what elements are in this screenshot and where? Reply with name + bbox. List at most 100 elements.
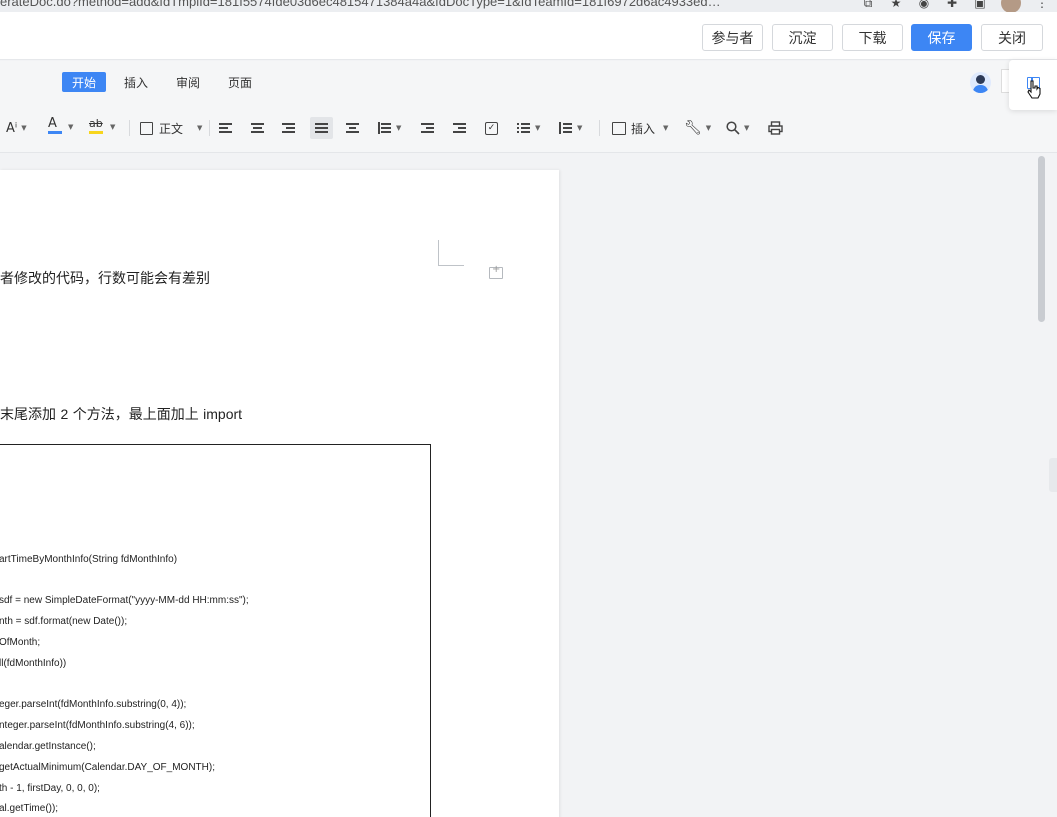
download-button[interactable]: 下载 bbox=[842, 24, 903, 51]
bullet-list-button[interactable]: ▼ bbox=[517, 117, 540, 139]
font-size-button[interactable]: Aⁱ ▼ bbox=[6, 117, 27, 139]
share-icon[interactable]: ⧉ bbox=[861, 0, 875, 10]
archive-button[interactable]: 沉淀 bbox=[772, 24, 833, 51]
code-line: nth = sdf.format(new Date()); bbox=[0, 616, 128, 627]
code-line: alendar.getInstance(); bbox=[0, 741, 96, 752]
editor-workspace: 者修改的代码，行数可能会有差别 末尾添加 2 个方法，最上面加上 import … bbox=[0, 154, 1057, 817]
more-menu-icon[interactable]: ⋮ bbox=[1035, 0, 1049, 10]
scrollbar-thumb[interactable] bbox=[1038, 156, 1045, 322]
save-button[interactable]: 保存 bbox=[911, 24, 972, 51]
checkbox-list-button[interactable]: ✓ bbox=[485, 117, 499, 139]
tab-insert[interactable]: 插入 bbox=[114, 72, 158, 92]
font-color-bar bbox=[48, 131, 62, 134]
chevron-down-icon: ▼ bbox=[744, 124, 750, 132]
code-line: getActualMinimum(Calendar.DAY_OF_MONTH); bbox=[0, 762, 215, 773]
justify-icon bbox=[314, 122, 329, 134]
highlight-button[interactable]: ab bbox=[89, 117, 103, 139]
paragraph-style-select[interactable]: 正文 ▼ bbox=[140, 117, 202, 139]
justify-button[interactable] bbox=[310, 117, 333, 139]
align-center-icon bbox=[251, 122, 265, 134]
indent-button[interactable] bbox=[453, 117, 467, 139]
tab-start[interactable]: 开始 bbox=[62, 72, 107, 92]
paragraph-keyword: import bbox=[203, 406, 243, 422]
close-button[interactable]: 关闭 bbox=[981, 24, 1043, 51]
chevron-down-icon[interactable]: ▼ bbox=[110, 123, 115, 131]
search-icon bbox=[726, 121, 740, 135]
distribute-icon bbox=[346, 122, 360, 134]
profile-avatar[interactable] bbox=[1001, 0, 1021, 12]
toolbar-divider bbox=[599, 120, 600, 136]
code-line: al.getTime()); bbox=[0, 803, 59, 814]
chevron-down-icon: ▼ bbox=[197, 124, 203, 132]
document-header: 参与者 沉淀 下载 保存 关闭 bbox=[0, 12, 1057, 60]
insert-icon bbox=[612, 121, 626, 135]
tools-menu-button[interactable]: 🔧︎ ▼ bbox=[684, 117, 711, 139]
address-url[interactable]: erateDoc.do?method=add&fdTmplId=181f5574… bbox=[0, 0, 721, 9]
code-line: OfMonth; bbox=[0, 637, 41, 648]
paragraph-text: 个方法，最上面加上 bbox=[68, 407, 204, 423]
menu-tabs-bar: 开始 插入 审阅 页面 bbox=[0, 61, 1057, 103]
puzzle-icon[interactable]: ✚ bbox=[945, 0, 959, 10]
browser-address-bar[interactable]: erateDoc.do?method=add&fdTmplId=181f5574… bbox=[0, 0, 1057, 12]
code-line: th - 1, firstDay, 0, 0, 0); bbox=[0, 783, 100, 794]
chevron-down-icon: ▼ bbox=[535, 124, 541, 132]
page-margin-marker bbox=[438, 240, 464, 266]
align-right-icon bbox=[282, 122, 296, 134]
indent-icon bbox=[453, 122, 467, 134]
toolbar-divider bbox=[209, 120, 210, 136]
chevron-down-icon: ▼ bbox=[21, 124, 27, 132]
document-paragraph[interactable]: 末尾添加 2 个方法，最上面加上 import bbox=[0, 404, 242, 424]
chevron-down-icon: ▼ bbox=[577, 124, 583, 132]
code-line: artTimeByMonthInfo(String fdMonthInfo) bbox=[0, 554, 178, 565]
font-color-icon: A bbox=[48, 116, 57, 131]
code-block[interactable]: artTimeByMonthInfo(String fdMonthInfo) s… bbox=[0, 444, 431, 817]
highlight-icon: ab bbox=[89, 117, 103, 130]
toolbar-divider bbox=[129, 120, 130, 136]
bullet-list-icon bbox=[517, 122, 531, 134]
align-center-button[interactable] bbox=[251, 117, 265, 139]
extension-icon[interactable]: ◉ bbox=[917, 0, 931, 10]
numbered-list-icon bbox=[559, 122, 573, 134]
tab-page[interactable]: 页面 bbox=[218, 72, 262, 92]
add-comment-icon[interactable] bbox=[489, 264, 503, 279]
highlight-color-bar bbox=[89, 131, 103, 134]
printer-icon bbox=[768, 121, 783, 135]
wrench-icon: 🔧︎ bbox=[684, 120, 702, 136]
chevron-down-icon: ▼ bbox=[396, 124, 402, 132]
bookmark-star-icon[interactable]: ★ bbox=[889, 0, 903, 10]
numbered-list-button[interactable]: ▼ bbox=[559, 117, 582, 139]
document-page[interactable]: 者修改的代码，行数可能会有差别 末尾添加 2 个方法，最上面加上 import … bbox=[0, 170, 559, 817]
paragraph-style-label: 正文 bbox=[159, 121, 184, 136]
insert-menu-button[interactable]: 插入 ▼ bbox=[612, 117, 668, 139]
font-color-button[interactable]: A bbox=[48, 117, 62, 139]
code-line: eger.parseInt(fdMonthInfo.substring(0, 4… bbox=[0, 699, 187, 710]
format-toolbar: Aⁱ ▼ A ▼ ab ▼ 正文 ▼ ▼ ✓ ▼ ▼ 插入 ▼ 🔧︎ ▼ ▼ bbox=[0, 103, 1057, 153]
find-button[interactable]: ▼ bbox=[726, 117, 749, 139]
align-right-button[interactable] bbox=[282, 117, 296, 139]
code-line: nteger.parseInt(fdMonthInfo.substring(4,… bbox=[0, 720, 195, 731]
align-left-icon bbox=[219, 122, 233, 134]
user-avatar[interactable] bbox=[970, 72, 991, 93]
participants-button[interactable]: 参与者 bbox=[702, 24, 763, 51]
chevron-down-icon: ▼ bbox=[705, 124, 712, 132]
font-size-icon: Aⁱ bbox=[6, 120, 18, 136]
document-paragraph[interactable]: 者修改的代码，行数可能会有差别 bbox=[0, 268, 210, 288]
line-spacing-icon bbox=[378, 122, 392, 134]
outdent-button[interactable] bbox=[421, 117, 435, 139]
paragraph-style-icon bbox=[140, 121, 153, 135]
insert-menu-label: 插入 bbox=[631, 121, 656, 136]
code-line: ll(fdMonthInfo)) bbox=[0, 658, 67, 669]
paragraph-text: 末尾添加 bbox=[0, 407, 61, 423]
browser-icons: ⧉ ★ ◉ ✚ ▣ ⋮ bbox=[861, 0, 1057, 12]
code-line: sdf = new SimpleDateFormat("yyyy-MM-dd H… bbox=[0, 595, 249, 606]
hand-cursor-icon bbox=[1027, 80, 1041, 99]
chevron-down-icon[interactable]: ▼ bbox=[68, 123, 73, 131]
line-spacing-button[interactable]: ▼ bbox=[378, 117, 401, 139]
tab-review[interactable]: 审阅 bbox=[166, 72, 210, 92]
align-left-button[interactable] bbox=[219, 117, 233, 139]
sidebar-icon[interactable]: ▣ bbox=[973, 0, 987, 10]
print-button[interactable] bbox=[768, 117, 783, 139]
distribute-button[interactable] bbox=[346, 117, 360, 139]
side-drawer-handle[interactable] bbox=[1049, 458, 1057, 492]
checkbox-icon: ✓ bbox=[485, 121, 498, 135]
